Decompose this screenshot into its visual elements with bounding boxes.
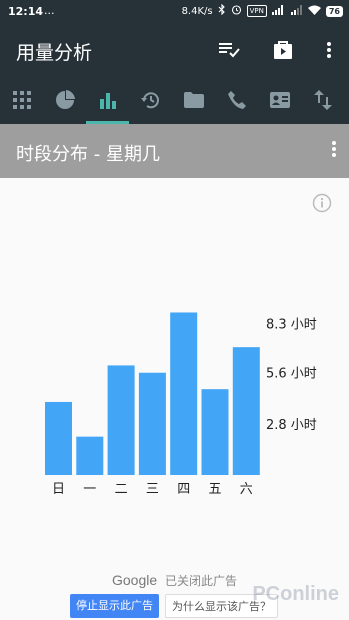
watermark: PConline: [252, 583, 339, 605]
y-tick-label-1: 5.6 小时: [266, 367, 317, 382]
signal-icon-2: [290, 4, 303, 18]
content-area: 日一二三四五六 8.3 小时 5.6 小时 2.8 小时 Google 已关闭此广告 …: [0, 178, 349, 620]
ad-closed-text: 已关闭此广告: [164, 574, 237, 588]
x-tick-label-4: 四: [177, 482, 190, 497]
tab-contacts[interactable]: [258, 76, 301, 124]
phone-icon: [227, 91, 246, 109]
x-tick-label-2: 二: [115, 482, 128, 497]
section-header: 时段分布 - 星期几: [0, 124, 349, 178]
x-tick-label-0: 日: [52, 482, 65, 497]
bar-1: [76, 436, 104, 475]
status-time: 12:14: [8, 5, 44, 18]
wifi-icon: [307, 5, 321, 18]
status-bar: 12:14 ... 8.4K/s VPN 76: [0, 0, 349, 24]
x-tick-label-6: 六: [240, 482, 253, 497]
vpn-badge: VPN: [246, 5, 267, 17]
data-transfer-icon: [313, 90, 332, 110]
folder-icon: [183, 92, 204, 108]
more-vert-icon[interactable]: [316, 38, 342, 62]
tab-pie[interactable]: [43, 76, 86, 124]
signal-icon: [271, 4, 286, 18]
google-logo: Google: [112, 572, 158, 588]
section-more-icon[interactable]: [331, 140, 337, 162]
apps-grid-icon: [12, 91, 31, 109]
y-tick-label-2: 2.8 小时: [266, 418, 317, 433]
bar-0: [45, 401, 72, 475]
y-tick-label-0: 8.3 小时: [266, 317, 317, 332]
tab-bar: [0, 76, 349, 124]
store-bag-icon[interactable]: [270, 38, 296, 62]
tab-phone[interactable]: [215, 76, 258, 124]
ad-feedback-buttons: 停止显示此广告 为什么显示该广告？: [70, 594, 278, 618]
tab-history[interactable]: [129, 76, 172, 124]
tab-folder[interactable]: [172, 76, 215, 124]
x-tick-label-5: 五: [208, 482, 221, 497]
section-title: 时段分布 - 星期几: [16, 144, 160, 165]
bar-chart-icon: [99, 93, 116, 109]
app-title: 用量分析: [16, 42, 93, 64]
battery-indicator: 76: [325, 5, 343, 17]
alarm-icon: [231, 4, 242, 18]
bar-6: [232, 347, 260, 475]
bar-3: [138, 372, 166, 475]
pie-chart-icon: [55, 90, 75, 109]
tab-bar-chart[interactable]: [86, 76, 129, 124]
x-tick-label-3: 三: [146, 482, 159, 497]
playlist-check-icon[interactable]: [216, 38, 242, 62]
history-icon: [140, 92, 159, 109]
weekday-bar-chart: 日 一 二 三 四 五 六 8.3 小时 5.6 小时 2.8 小时: [45, 312, 317, 497]
status-dots: ...: [44, 4, 55, 17]
contact-card-icon: [269, 92, 290, 108]
bar-4: [170, 312, 198, 475]
x-tick-label-1: 一: [83, 482, 96, 497]
bar-5: [201, 389, 229, 475]
app-bar: 用量分析: [0, 24, 349, 76]
stop-showing-ad-button[interactable]: 停止显示此广告: [70, 594, 159, 618]
bar-2: [107, 365, 135, 475]
bluetooth-icon: [218, 3, 226, 18]
tab-apps[interactable]: [0, 76, 43, 124]
network-speed: 8.4K/s: [181, 5, 213, 17]
tab-transfer[interactable]: [301, 76, 344, 124]
